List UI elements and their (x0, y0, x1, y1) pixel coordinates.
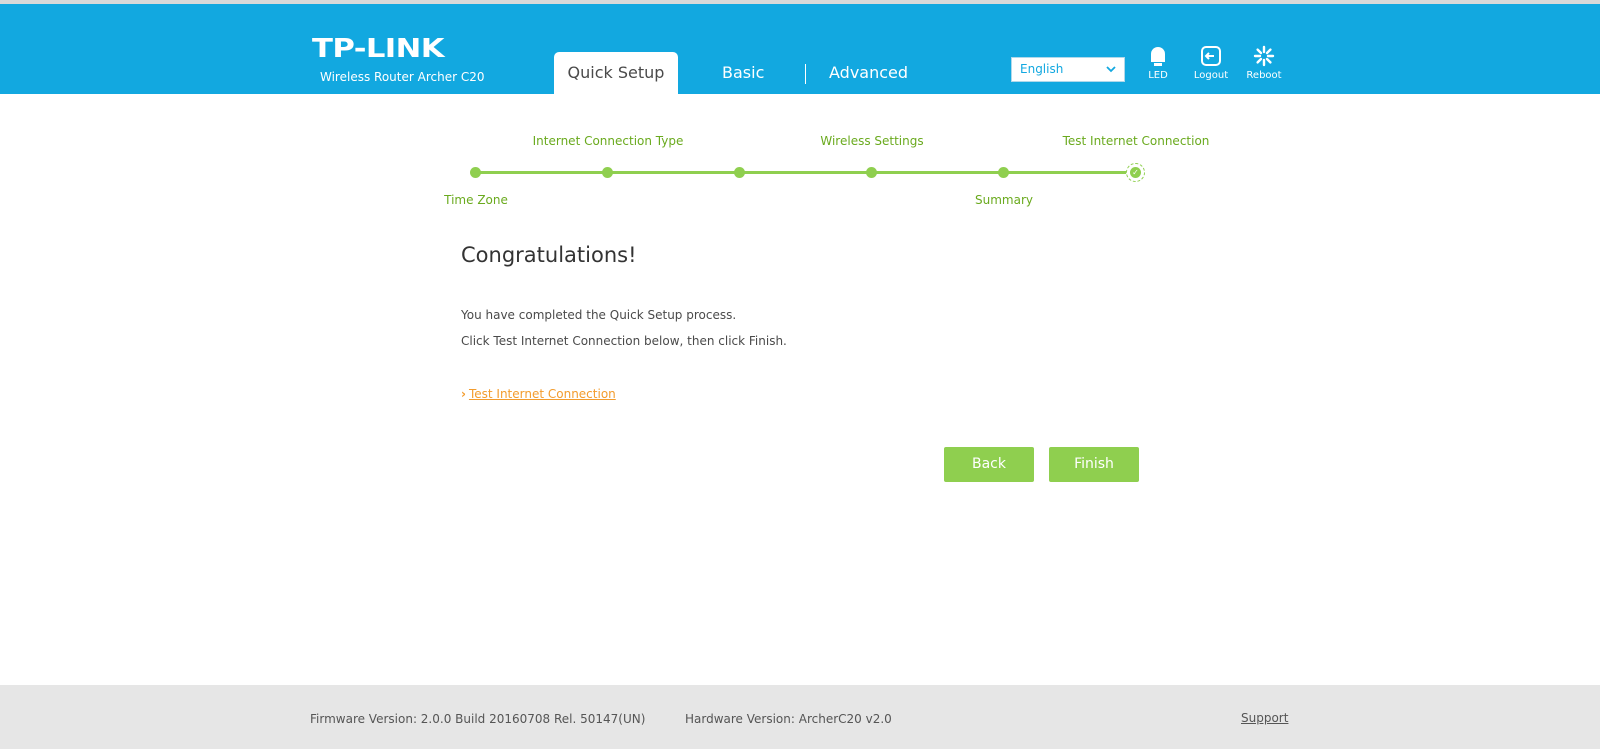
back-button[interactable]: Back (944, 447, 1034, 482)
completion-message: You have completed the Quick Setup proce… (461, 308, 737, 322)
test-internet-connection-link[interactable]: › Test Internet Connection (461, 387, 616, 401)
chevron-right-icon: › (461, 387, 466, 401)
finish-button[interactable]: Finish (1049, 447, 1139, 482)
step-label-time-zone: Time Zone (444, 193, 508, 207)
step-dot-current: ✓ (1126, 163, 1145, 182)
test-link-label: Test Internet Connection (468, 387, 616, 401)
check-icon: ✓ (1130, 167, 1141, 178)
step-dot (470, 167, 481, 178)
step-label-summary: Summary (975, 193, 1033, 207)
setup-progress: Internet Connection Type Wireless Settin… (0, 0, 1600, 220)
progress-line (475, 171, 1135, 174)
footer: Firmware Version: 2.0.0 Build 20160708 R… (0, 685, 1600, 749)
support-link[interactable]: Support (1241, 711, 1288, 725)
step-dot (998, 167, 1009, 178)
page-title: Congratulations! (461, 243, 637, 267)
step-label-test-internet-connection: Test Internet Connection (1062, 134, 1210, 148)
step-dot (602, 167, 613, 178)
step-dot (734, 167, 745, 178)
step-dot (866, 167, 877, 178)
firmware-version: Firmware Version: 2.0.0 Build 20160708 R… (310, 712, 646, 726)
instruction-message: Click Test Internet Connection below, th… (461, 334, 787, 348)
hardware-version: Hardware Version: ArcherC20 v2.0 (685, 712, 892, 726)
step-label-internet-connection-type: Internet Connection Type (532, 134, 684, 148)
step-label-wireless-settings: Wireless Settings (820, 134, 924, 148)
